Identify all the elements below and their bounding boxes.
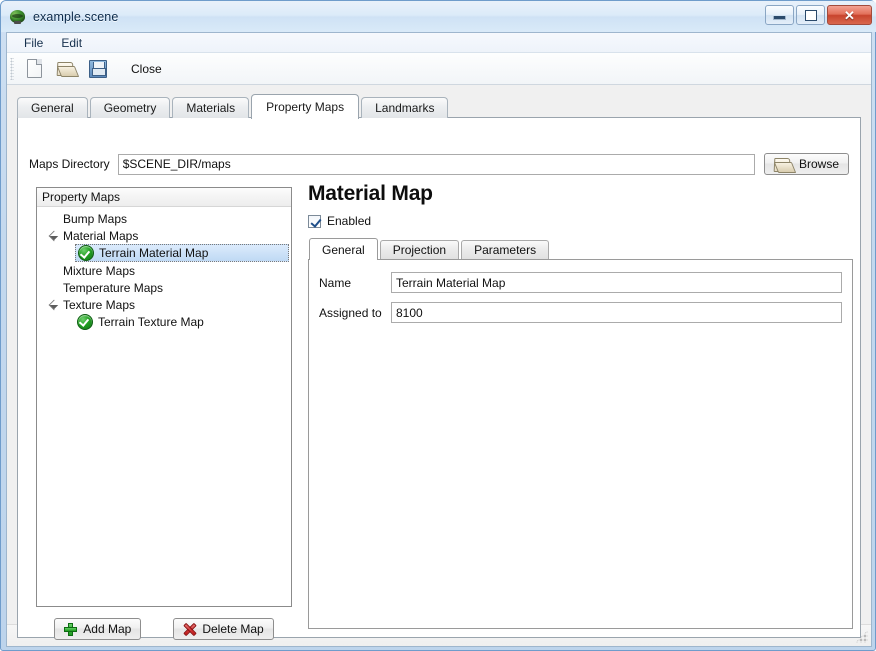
green-plus-icon <box>64 623 77 636</box>
tree-item-bump-maps[interactable]: Bump Maps <box>37 210 291 227</box>
green-check-icon <box>77 314 93 330</box>
maps-directory-input[interactable] <box>118 154 755 175</box>
tree-item-label: Bump Maps <box>63 212 127 226</box>
tab-detail-parameters[interactable]: Parameters <box>461 240 549 259</box>
new-file-icon <box>27 59 42 78</box>
tree-item-label: Texture Maps <box>63 298 135 312</box>
main-tabs: General Geometry Materials Property Maps… <box>17 93 450 118</box>
name-row: Name <box>319 272 842 293</box>
tree-action-buttons: Add Map Delete Map <box>36 618 292 640</box>
tab-landmarks[interactable]: Landmarks <box>361 97 448 118</box>
tab-detail-projection[interactable]: Projection <box>380 240 459 259</box>
maps-directory-label: Maps Directory <box>29 157 110 171</box>
enabled-row[interactable]: Enabled <box>308 213 853 229</box>
green-check-icon <box>78 245 94 261</box>
name-input[interactable] <box>391 272 842 293</box>
delete-map-label: Delete Map <box>202 622 263 636</box>
add-map-label: Add Map <box>83 622 131 636</box>
tab-materials[interactable]: Materials <box>172 97 249 118</box>
property-maps-page: Maps Directory Browse Property Maps Bump… <box>17 117 861 638</box>
tree-item-label: Material Maps <box>63 229 138 243</box>
title-bar: example.scene ✕ <box>1 1 876 32</box>
menu-bar: File Edit <box>7 33 871 53</box>
tree-column-header: Property Maps <box>37 188 291 207</box>
open-folder-icon <box>57 61 76 76</box>
assigned-to-label: Assigned to <box>319 306 391 320</box>
tree-item-temperature-maps[interactable]: Temperature Maps <box>37 279 291 296</box>
chevron-expanded-icon[interactable] <box>49 230 61 242</box>
tree-body: Bump Maps Material Maps Terrain Material… <box>37 207 291 330</box>
enabled-label: Enabled <box>327 214 371 228</box>
save-file-button[interactable] <box>82 54 114 84</box>
tree-item-mixture-maps[interactable]: Mixture Maps <box>37 262 291 279</box>
minimize-button[interactable] <box>765 5 794 25</box>
minimize-icon <box>773 16 786 20</box>
client-area: File Edit Close General Geometry Materia… <box>6 32 872 647</box>
toolbar-grip[interactable] <box>10 58 14 80</box>
tree-item-label: Mixture Maps <box>63 264 135 278</box>
detail-pane: Material Map Enabled General Projection … <box>308 182 853 614</box>
tree-item-label: Temperature Maps <box>63 281 163 295</box>
tab-property-maps[interactable]: Property Maps <box>251 94 359 119</box>
chevron-expanded-icon[interactable] <box>49 299 61 311</box>
maximize-icon <box>805 10 817 21</box>
menu-item-edit[interactable]: Edit <box>52 34 91 52</box>
delete-map-button[interactable]: Delete Map <box>173 618 273 640</box>
application-window: example.scene ✕ File Edit <box>0 0 876 651</box>
browse-button-label: Browse <box>799 157 839 171</box>
add-map-button[interactable]: Add Map <box>54 618 141 640</box>
assigned-to-input[interactable] <box>391 302 842 323</box>
twisty-placeholder-icon <box>49 265 61 277</box>
scene-globe-icon <box>9 8 26 25</box>
maximize-button[interactable] <box>796 5 825 25</box>
tree-item-terrain-texture-map[interactable]: Terrain Texture Map <box>37 313 291 330</box>
close-scene-button[interactable]: Close <box>124 58 169 80</box>
name-label: Name <box>319 276 391 290</box>
assigned-to-row: Assigned to <box>319 302 842 323</box>
tab-general[interactable]: General <box>17 97 88 118</box>
tab-detail-general[interactable]: General <box>309 238 378 260</box>
twisty-placeholder-icon <box>49 213 61 225</box>
detail-general-panel: Name Assigned to <box>308 259 853 629</box>
folder-icon <box>774 157 793 172</box>
close-icon: ✕ <box>844 9 855 22</box>
toolbar: Close <box>7 53 871 85</box>
property-maps-tree[interactable]: Property Maps Bump Maps Material Maps Te… <box>36 187 292 607</box>
enabled-checkbox[interactable] <box>308 215 321 228</box>
tab-geometry[interactable]: Geometry <box>90 97 171 118</box>
page-title: Material Map <box>308 182 853 205</box>
open-file-button[interactable] <box>50 54 82 84</box>
tree-item-material-maps[interactable]: Material Maps <box>37 227 291 244</box>
tree-item-label: Terrain Material Map <box>99 246 208 260</box>
menu-item-file[interactable]: File <box>15 34 52 52</box>
detail-tabs: General Projection Parameters <box>309 237 853 259</box>
tree-item-texture-maps[interactable]: Texture Maps <box>37 296 291 313</box>
twisty-placeholder-icon <box>49 282 61 294</box>
tree-item-terrain-material-map[interactable]: Terrain Material Map <box>75 244 289 262</box>
maps-directory-row: Maps Directory Browse <box>29 153 849 175</box>
tree-item-label: Terrain Texture Map <box>98 315 204 329</box>
window-title: example.scene <box>33 10 118 24</box>
close-button[interactable]: ✕ <box>827 5 872 25</box>
window-controls: ✕ <box>765 5 872 25</box>
save-floppy-icon <box>89 60 107 78</box>
browse-button[interactable]: Browse <box>764 153 849 175</box>
new-file-button[interactable] <box>18 54 50 84</box>
red-x-icon <box>183 623 196 636</box>
